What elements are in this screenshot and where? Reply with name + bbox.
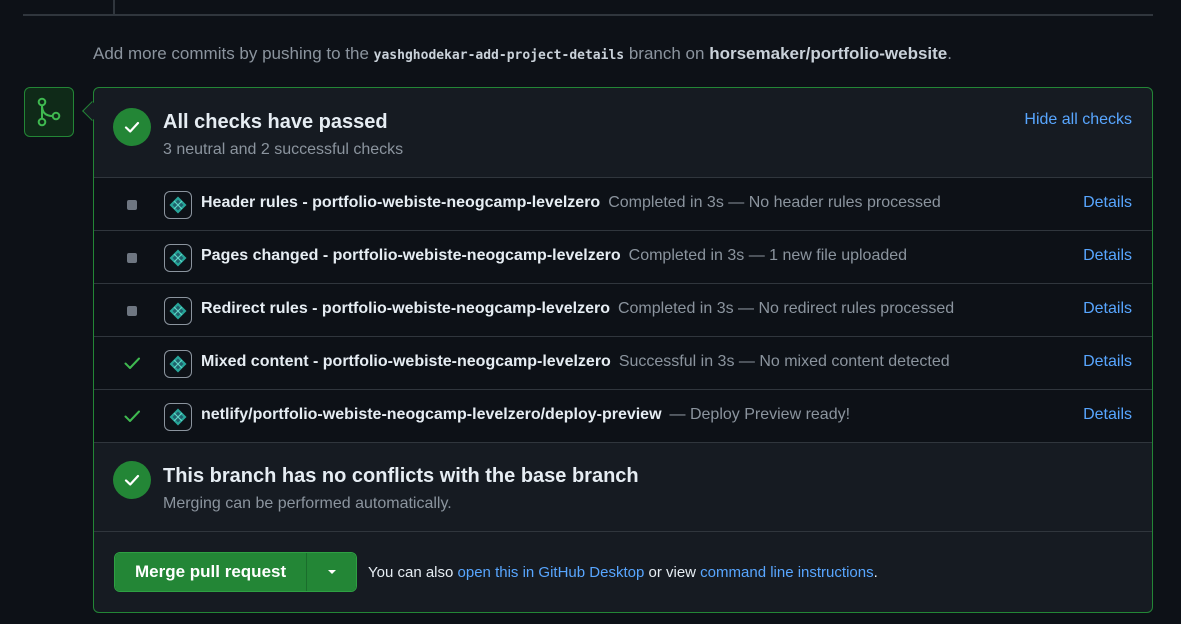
merge-alternatives: You can also open this in GitHub Desktop… xyxy=(368,564,878,581)
check-name: Mixed content - portfolio-webiste-neogca… xyxy=(201,353,611,370)
check-description: Successful in 3s — No mixed content dete… xyxy=(618,353,950,370)
check-description: Completed in 3s — No header rules proces… xyxy=(608,194,941,211)
git-merge-icon xyxy=(37,97,61,127)
checks-list: Header rules - portfolio-webiste-neogcam… xyxy=(94,178,1152,442)
neutral-status-icon xyxy=(127,253,137,263)
check-name: Redirect rules - portfolio-webiste-neogc… xyxy=(201,300,610,317)
neutral-status-icon xyxy=(127,306,137,316)
netlify-logo-icon xyxy=(164,191,192,219)
open-in-desktop-link[interactable]: open this in GitHub Desktop xyxy=(458,564,645,581)
merge-button-group: Merge pull request xyxy=(114,552,358,592)
push-hint-middle: branch on xyxy=(628,44,705,63)
check-text: Pages changed - portfolio-webiste-neogca… xyxy=(201,247,907,265)
merge-box: All checks have passed 3 neutral and 2 s… xyxy=(93,87,1153,613)
check-row: netlify/portfolio-webiste-neogcamp-level… xyxy=(94,390,1152,443)
check-row: Mixed content - portfolio-webiste-neogca… xyxy=(94,337,1152,390)
conflict-title: This branch has no conflicts with the ba… xyxy=(163,465,639,487)
checks-title: All checks have passed xyxy=(163,111,388,133)
check-name: Pages changed - portfolio-webiste-neogca… xyxy=(201,247,621,264)
neutral-status-icon xyxy=(127,200,137,210)
conflict-status: This branch has no conflicts with the ba… xyxy=(94,442,1152,532)
timeline-line xyxy=(113,0,115,14)
push-hint-suffix: . xyxy=(947,44,952,63)
also-prefix: You can also xyxy=(368,564,454,581)
hide-all-checks-link[interactable]: Hide all checks xyxy=(1024,111,1132,129)
caret-down-icon xyxy=(327,570,336,574)
repo-name: horsemaker/portfolio-website xyxy=(709,44,948,63)
conflict-subtitle: Merging can be performed automatically. xyxy=(163,495,452,512)
check-description: Completed in 3s — 1 new file uploaded xyxy=(628,247,908,264)
success-check-icon xyxy=(113,461,151,499)
also-suffix: . xyxy=(873,564,878,581)
check-icon xyxy=(124,410,140,422)
check-row: Pages changed - portfolio-webiste-neogca… xyxy=(94,231,1152,284)
push-hint: Add more commits by pushing to the yashg… xyxy=(93,44,952,64)
or-view-text: or view xyxy=(648,564,696,581)
check-details-link[interactable]: Details xyxy=(1083,300,1132,318)
check-details-link[interactable]: Details xyxy=(1083,406,1132,424)
check-text: Redirect rules - portfolio-webiste-neogc… xyxy=(201,300,954,318)
push-hint-prefix: Add more commits by pushing to the xyxy=(93,44,369,63)
merge-options-dropdown-button[interactable] xyxy=(306,553,357,591)
checks-subtitle: 3 neutral and 2 successful checks xyxy=(163,141,404,158)
check-description: Completed in 3s — No redirect rules proc… xyxy=(617,300,955,317)
command-line-instructions-link[interactable]: command line instructions xyxy=(700,564,873,581)
git-merge-icon-box xyxy=(24,87,74,137)
check-description: — Deploy Preview ready! xyxy=(669,406,851,423)
netlify-logo-icon xyxy=(164,297,192,325)
check-text: Mixed content - portfolio-webiste-neogca… xyxy=(201,353,950,371)
check-row: Header rules - portfolio-webiste-neogcam… xyxy=(94,178,1152,231)
merge-actions: Merge pull request You can also open thi… xyxy=(94,532,1152,612)
merge-pull-request-button[interactable]: Merge pull request xyxy=(115,553,307,591)
branch-name: yashghodekar-add-project-details xyxy=(373,48,625,63)
check-details-link[interactable]: Details xyxy=(1083,353,1132,371)
checks-summary: All checks have passed 3 neutral and 2 s… xyxy=(94,88,1152,178)
check-details-link[interactable]: Details xyxy=(1083,194,1132,212)
success-check-icon xyxy=(113,108,151,146)
divider xyxy=(23,14,1153,16)
check-name: Header rules - portfolio-webiste-neogcam… xyxy=(201,194,601,211)
check-text: Header rules - portfolio-webiste-neogcam… xyxy=(201,194,941,212)
netlify-logo-icon xyxy=(164,350,192,378)
check-icon xyxy=(124,357,140,369)
check-row: Redirect rules - portfolio-webiste-neogc… xyxy=(94,284,1152,337)
check-details-link[interactable]: Details xyxy=(1083,247,1132,265)
netlify-logo-icon xyxy=(164,403,192,431)
netlify-logo-icon xyxy=(164,244,192,272)
check-text: netlify/portfolio-webiste-neogcamp-level… xyxy=(201,406,850,424)
check-name: netlify/portfolio-webiste-neogcamp-level… xyxy=(201,406,662,423)
